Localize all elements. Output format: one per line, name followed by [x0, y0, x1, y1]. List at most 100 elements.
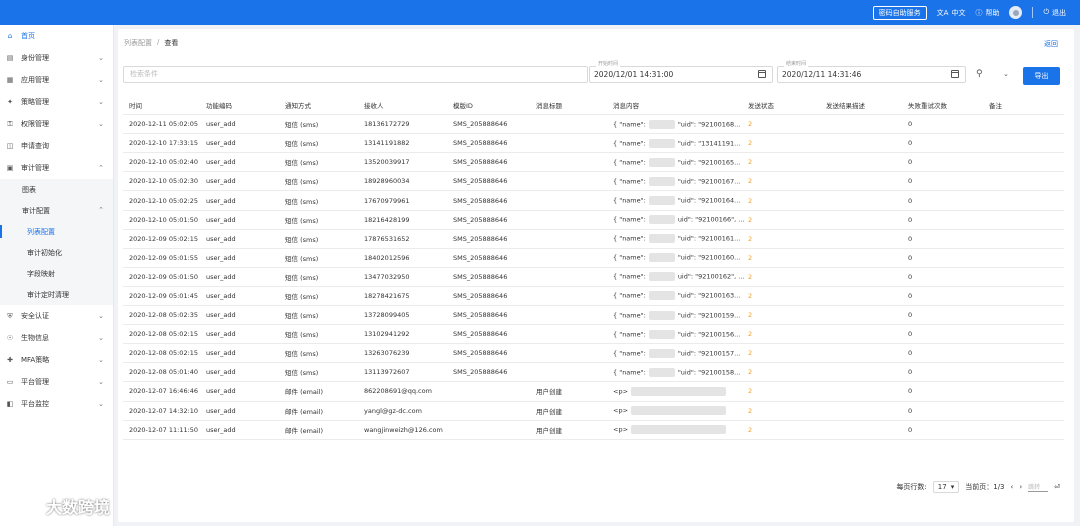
help-link[interactable]: ⓘ 帮助	[975, 8, 999, 18]
table-row[interactable]: 2020-12-10 05:02:25 user_add 短信 (sms) 17670…	[123, 191, 1064, 211]
cell-send-status: 2	[748, 215, 753, 224]
cell-time: 2020-12-09 05:02:15	[129, 234, 199, 243]
cell-function-code: user_add	[206, 406, 236, 415]
content-suffix: "uid": "92100158...	[677, 368, 741, 377]
sidebar-item-field-map[interactable]: 字段映射	[0, 263, 113, 284]
cell-template-id: SMS_205888646	[453, 215, 508, 224]
export-button[interactable]: 导出	[1023, 67, 1060, 85]
next-page-icon[interactable]: ›	[1019, 483, 1022, 491]
breadcrumb-parent[interactable]: 列表配置	[124, 38, 152, 48]
sidebar-item-audit-cleanup[interactable]: 审计定时清理	[0, 284, 113, 305]
column-header: 发送状态	[748, 102, 774, 111]
table-row[interactable]: 2020-12-07 14:32:10 user_add 邮件 (email) yan…	[123, 402, 1064, 421]
table-row[interactable]: 2020-12-08 05:01:40 user_add 短信 (sms) 13113…	[123, 363, 1064, 383]
breadcrumb-separator: /	[157, 38, 160, 46]
table-row[interactable]: 2020-12-10 05:02:30 user_add 短信 (sms) 18928…	[123, 172, 1064, 192]
content-prefix: { "name":	[613, 253, 646, 262]
sidebar-item-list-config[interactable]: 列表配置	[0, 221, 113, 242]
shield-icon: ⛨	[7, 312, 13, 320]
key-icon: ⚿	[7, 120, 13, 128]
rows-per-page-select[interactable]: 17 ▾	[932, 481, 960, 493]
content-prefix: { "name":	[613, 177, 646, 186]
redacted-block	[648, 253, 675, 263]
prev-page-icon[interactable]: ‹	[1011, 483, 1014, 491]
table-row[interactable]: 2020-12-08 05:02:35 user_add 短信 (sms) 13728…	[123, 306, 1064, 326]
cell-retry-count: 0	[908, 177, 913, 186]
cell-function-code: user_add	[206, 291, 236, 300]
cell-notify-method: 短信 (sms)	[285, 235, 319, 244]
pagination: 每页行数: 17 ▾ 当前页：1/3 ‹ › 跳转 ⏎	[896, 481, 1060, 493]
table-row[interactable]: 2020-12-10 05:01:50 user_add 短信 (sms) 18216…	[123, 211, 1064, 230]
redacted-block	[648, 310, 675, 320]
sidebar-item-mfa[interactable]: ✚ MFA策略 ⌄	[0, 349, 113, 371]
cell-template-id: SMS_205888646	[453, 139, 508, 148]
table-row[interactable]: 2020-12-10 17:33:15 user_add 短信 (sms) 13141…	[123, 134, 1064, 154]
calendar-icon[interactable]	[951, 70, 959, 78]
table-row[interactable]: 2020-12-09 05:01:50 user_add 短信 (sms) 13477…	[123, 268, 1064, 287]
sidebar-item-label: 应用管理	[21, 76, 49, 84]
sidebar-item-audit-init[interactable]: 审计初始化	[0, 242, 113, 263]
chevron-down-icon: ⌄	[98, 312, 104, 320]
start-time-field[interactable]: 开始时间 2020/12/01 14:31:00	[589, 61, 773, 83]
sidebar-item-label: 审计管理	[21, 164, 49, 172]
cell-recipient: yangl@gz-dc.com	[364, 406, 422, 415]
top-bar: 密码自助服务 文A 中文 ⓘ 帮助 ⏻ 退出	[0, 0, 1080, 25]
column-header: 时间	[129, 102, 142, 111]
logout-button[interactable]: ⏻ 退出	[1043, 8, 1066, 18]
table-header: 时间 功能编码 通知方式 接收人 模版ID 消息标题 消息内容 发送状态 发送结果描述 失败重试次…	[123, 96, 1064, 116]
sidebar-item-policy[interactable]: ✦ 策略管理 ⌄	[0, 91, 113, 113]
table-row[interactable]: 2020-12-09 05:01:55 user_add 短信 (sms) 18402…	[123, 249, 1064, 268]
cell-notify-method: 短信 (sms)	[285, 159, 319, 168]
sidebar-item-biometrics[interactable]: ☉ 生物信息 ⌄	[0, 327, 113, 349]
sidebar-item-label: 申请查询	[21, 142, 49, 150]
sidebar-item-label: 权限管理	[21, 120, 49, 128]
calendar-icon[interactable]	[758, 70, 766, 78]
search-icon[interactable]: ⚲	[976, 69, 983, 79]
language-switch[interactable]: 文A 中文	[937, 8, 966, 18]
cell-retry-count: 0	[908, 139, 913, 148]
table-row[interactable]: 2020-12-08 05:02:15 user_add 短信 (sms) 13102…	[123, 325, 1064, 345]
table-row[interactable]: 2020-12-09 05:01:45 user_add 短信 (sms) 18278…	[123, 287, 1064, 307]
cell-time: 2020-12-09 05:01:50	[129, 272, 199, 281]
sidebar-item-audit-config[interactable]: 审计配置 ⌃	[0, 200, 113, 221]
table-row[interactable]: 2020-12-08 05:02:15 user_add 短信 (sms) 13263…	[123, 344, 1064, 364]
cell-function-code: user_add	[206, 330, 236, 339]
sidebar-item-security[interactable]: ⛨ 安全认证 ⌄	[0, 305, 113, 327]
sidebar-item-monitor[interactable]: ◧ 平台监控 ⌄	[0, 393, 113, 415]
sidebar-item-requests[interactable]: ◫ 申请查询	[0, 135, 113, 157]
table-row[interactable]: 2020-12-09 05:02:15 user_add 短信 (sms) 17876…	[123, 230, 1064, 249]
table-row[interactable]: 2020-12-11 05:02:05 user_add 短信 (sms) 18136…	[123, 115, 1064, 135]
table-row[interactable]: 2020-12-10 05:02:40 user_add 短信 (sms) 13520…	[123, 153, 1064, 173]
search-input[interactable]: 检索条件	[123, 66, 588, 83]
redacted-block	[631, 406, 727, 416]
sidebar-item-home[interactable]: ⌂ 首页	[0, 25, 113, 47]
chevron-up-icon: ⌃	[98, 206, 104, 214]
redacted-block	[648, 176, 675, 186]
content-suffix: "uid": "92100160...	[677, 253, 741, 262]
policy-icon: ✦	[7, 98, 13, 106]
back-link[interactable]: 返回	[1044, 39, 1058, 49]
avatar[interactable]	[1009, 6, 1023, 19]
table-row[interactable]: 2020-12-07 11:11:50 user_add 邮件 (email) wan…	[123, 421, 1064, 440]
sidebar-item-label: 平台监控	[21, 400, 49, 408]
password-service-button[interactable]: 密码自助服务	[872, 5, 927, 20]
cell-template-id: SMS_205888646	[453, 158, 508, 167]
cell-function-code: user_add	[206, 215, 236, 224]
jump-go-icon[interactable]: ⏎	[1054, 483, 1060, 491]
sidebar-item-identity[interactable]: ▤ 身份管理 ⌄	[0, 47, 113, 69]
redacted-block	[631, 386, 727, 396]
sidebar-item-label: 审计配置	[22, 206, 50, 215]
end-time-field[interactable]: 结束时间 2020/12/11 14:31:46	[777, 61, 966, 83]
cell-time: 2020-12-10 05:02:40	[129, 158, 199, 167]
sidebar-item-chart[interactable]: 图表	[0, 179, 113, 200]
cell-recipient: 13477032950	[364, 272, 410, 281]
sidebar-item-audit[interactable]: ▣ 审计管理 ⌃	[0, 157, 113, 179]
sidebar-item-permissions[interactable]: ⚿ 权限管理 ⌄	[0, 113, 113, 135]
table-row[interactable]: 2020-12-07 16:46:46 user_add 邮件 (email) 862…	[123, 382, 1064, 402]
cell-send-status: 2	[748, 158, 753, 167]
cell-send-status: 2	[748, 311, 753, 320]
sidebar-item-platform[interactable]: ▭ 平台管理 ⌄	[0, 371, 113, 393]
sidebar-item-apps[interactable]: ▦ 应用管理 ⌄	[0, 69, 113, 91]
chevron-down-icon[interactable]: ⌄	[1003, 70, 1009, 78]
jump-page-input[interactable]: 跳转	[1028, 482, 1049, 492]
